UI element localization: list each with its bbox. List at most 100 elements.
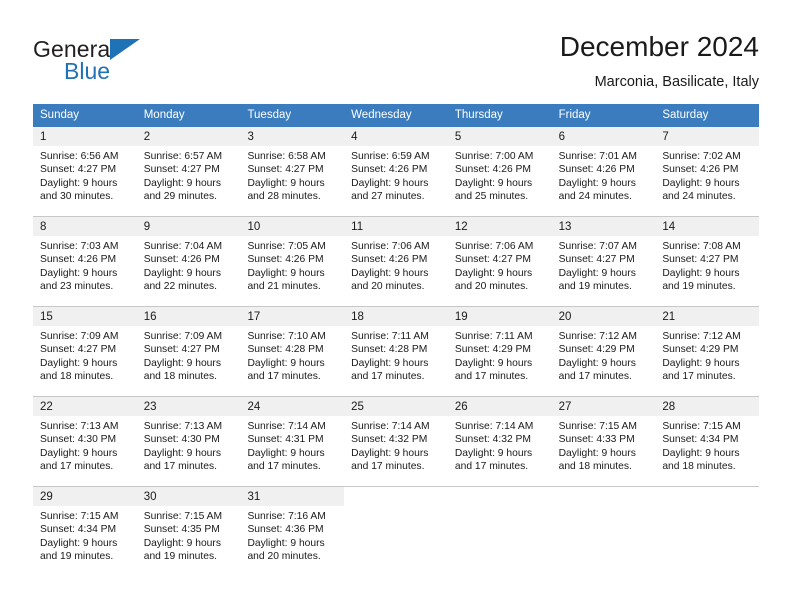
day-cell[interactable]: 7 Sunrise: 7:02 AM Sunset: 4:26 PM Dayli… bbox=[655, 127, 760, 216]
day-cell[interactable]: 20 Sunrise: 7:12 AM Sunset: 4:29 PM Dayl… bbox=[551, 307, 656, 396]
day-cell[interactable]: 2 Sunrise: 6:57 AM Sunset: 4:27 PM Dayli… bbox=[136, 127, 241, 216]
day-cell[interactable]: 16 Sunrise: 7:09 AM Sunset: 4:27 PM Dayl… bbox=[136, 307, 241, 396]
day-info: Sunrise: 7:15 AM Sunset: 4:34 PM Dayligh… bbox=[655, 416, 759, 474]
daylight-text-line1: Daylight: 9 hours bbox=[143, 357, 221, 369]
weekday-header-sunday: Sunday bbox=[40, 109, 80, 121]
daylight-text-line1: Daylight: 9 hours bbox=[40, 537, 118, 549]
week-row: 29 Sunrise: 7:15 AM Sunset: 4:34 PM Dayl… bbox=[33, 487, 760, 576]
daylight-text-line1: Daylight: 9 hours bbox=[40, 357, 118, 369]
logo-text-blue: Blue bbox=[64, 58, 111, 84]
day-cell[interactable]: 5 Sunrise: 7:00 AM Sunset: 4:26 PM Dayli… bbox=[447, 127, 552, 216]
title-block: December 2024 Marconia, Basilicate, Ital… bbox=[560, 30, 759, 92]
day-cell[interactable]: 27 Sunrise: 7:15 AM Sunset: 4:33 PM Dayl… bbox=[551, 397, 656, 486]
day-info: Sunrise: 6:58 AM Sunset: 4:27 PM Dayligh… bbox=[240, 146, 344, 204]
day-cell[interactable]: 15 Sunrise: 7:09 AM Sunset: 4:27 PM Dayl… bbox=[33, 307, 137, 396]
day-cell[interactable]: 21 Sunrise: 7:12 AM Sunset: 4:29 PM Dayl… bbox=[655, 307, 760, 396]
day-cell[interactable]: 4 Sunrise: 6:59 AM Sunset: 4:26 PM Dayli… bbox=[344, 127, 448, 216]
day-cell[interactable]: 24 Sunrise: 7:14 AM Sunset: 4:31 PM Dayl… bbox=[240, 397, 345, 486]
day-number: 13 bbox=[551, 217, 656, 236]
day-info: Sunrise: 7:14 AM Sunset: 4:32 PM Dayligh… bbox=[344, 416, 448, 474]
day-cell[interactable]: 30 Sunrise: 7:15 AM Sunset: 4:35 PM Dayl… bbox=[136, 487, 241, 576]
general-blue-logo[interactable]: General Blue bbox=[33, 36, 243, 88]
day-cell[interactable]: 11 Sunrise: 7:06 AM Sunset: 4:26 PM Dayl… bbox=[344, 217, 448, 306]
day-info: Sunrise: 7:10 AM Sunset: 4:28 PM Dayligh… bbox=[240, 326, 344, 384]
day-cell[interactable]: 19 Sunrise: 7:11 AM Sunset: 4:29 PM Dayl… bbox=[447, 307, 552, 396]
sunrise-text: Sunrise: 7:11 AM bbox=[454, 331, 533, 342]
day-cell[interactable]: 23 Sunrise: 7:13 AM Sunset: 4:30 PM Dayl… bbox=[136, 397, 241, 486]
day-number bbox=[344, 487, 448, 506]
sunset-text: Sunset: 4:26 PM bbox=[143, 254, 220, 266]
daylight-text-line1: Daylight: 9 hours bbox=[454, 267, 533, 279]
daylight-text-line2: and 19 minutes. bbox=[40, 551, 114, 563]
day-cell[interactable]: 18 Sunrise: 7:11 AM Sunset: 4:28 PM Dayl… bbox=[344, 307, 448, 396]
daylight-text-line2: and 20 minutes. bbox=[454, 281, 529, 293]
sunset-text: Sunset: 4:27 PM bbox=[247, 164, 324, 176]
day-info: Sunrise: 7:12 AM Sunset: 4:29 PM Dayligh… bbox=[655, 326, 759, 384]
weekday-header-friday: Friday bbox=[558, 109, 591, 121]
daylight-text-line1: Daylight: 9 hours bbox=[558, 447, 636, 459]
day-cell[interactable]: 17 Sunrise: 7:10 AM Sunset: 4:28 PM Dayl… bbox=[240, 307, 345, 396]
day-cell[interactable]: 10 Sunrise: 7:05 AM Sunset: 4:26 PM Dayl… bbox=[240, 217, 345, 306]
day-cell[interactable]: 8 Sunrise: 7:03 AM Sunset: 4:26 PM Dayli… bbox=[33, 217, 137, 306]
daylight-text-line2: and 19 minutes. bbox=[143, 551, 217, 563]
daylight-text-line2: and 20 minutes. bbox=[247, 551, 321, 563]
daylight-text-line2: and 17 minutes. bbox=[247, 461, 321, 473]
sunrise-text: Sunrise: 7:06 AM bbox=[454, 241, 534, 252]
day-cell-empty bbox=[344, 487, 448, 576]
day-info: Sunrise: 7:15 AM Sunset: 4:35 PM Dayligh… bbox=[137, 506, 241, 564]
day-cell-empty bbox=[447, 487, 552, 576]
sunrise-text: Sunrise: 7:00 AM bbox=[454, 151, 534, 162]
daylight-text-line2: and 17 minutes. bbox=[247, 371, 321, 383]
day-info: Sunrise: 7:13 AM Sunset: 4:30 PM Dayligh… bbox=[137, 416, 241, 474]
sunset-text: Sunset: 4:27 PM bbox=[40, 164, 117, 176]
day-info: Sunrise: 7:06 AM Sunset: 4:26 PM Dayligh… bbox=[344, 236, 448, 294]
weekday-header-tuesday: Tuesday bbox=[247, 109, 292, 121]
day-cell[interactable]: 25 Sunrise: 7:14 AM Sunset: 4:32 PM Dayl… bbox=[344, 397, 448, 486]
day-number: 10 bbox=[240, 217, 345, 236]
page-header: General Blue December 2024 Marconia, Bas… bbox=[0, 0, 792, 96]
daylight-text-line2: and 24 minutes. bbox=[662, 191, 736, 203]
day-cell[interactable]: 9 Sunrise: 7:04 AM Sunset: 4:26 PM Dayli… bbox=[136, 217, 241, 306]
day-info: Sunrise: 7:11 AM Sunset: 4:28 PM Dayligh… bbox=[344, 326, 448, 384]
daylight-text-line2: and 24 minutes. bbox=[558, 191, 632, 203]
day-number: 7 bbox=[655, 127, 760, 146]
sunrise-text: Sunrise: 7:12 AM bbox=[558, 331, 638, 342]
daylight-text-line2: and 21 minutes. bbox=[247, 281, 321, 293]
day-cell[interactable]: 13 Sunrise: 7:07 AM Sunset: 4:27 PM Dayl… bbox=[551, 217, 656, 306]
day-cell[interactable]: 1 Sunrise: 6:56 AM Sunset: 4:27 PM Dayli… bbox=[33, 127, 137, 216]
day-info: Sunrise: 7:01 AM Sunset: 4:26 PM Dayligh… bbox=[552, 146, 656, 204]
day-cell[interactable]: 31 Sunrise: 7:16 AM Sunset: 4:36 PM Dayl… bbox=[240, 487, 345, 576]
day-cell-empty bbox=[551, 487, 656, 576]
day-cell[interactable]: 3 Sunrise: 6:58 AM Sunset: 4:27 PM Dayli… bbox=[240, 127, 345, 216]
day-cell[interactable]: 12 Sunrise: 7:06 AM Sunset: 4:27 PM Dayl… bbox=[447, 217, 552, 306]
daylight-text-line1: Daylight: 9 hours bbox=[247, 267, 325, 279]
daylight-text-line1: Daylight: 9 hours bbox=[143, 177, 221, 189]
day-info: Sunrise: 6:57 AM Sunset: 4:27 PM Dayligh… bbox=[137, 146, 241, 204]
sunset-text: Sunset: 4:34 PM bbox=[662, 434, 739, 446]
day-cell[interactable]: 6 Sunrise: 7:01 AM Sunset: 4:26 PM Dayli… bbox=[551, 127, 656, 216]
day-number: 29 bbox=[33, 487, 137, 506]
sunrise-text: Sunrise: 7:09 AM bbox=[40, 331, 119, 342]
day-cell[interactable]: 29 Sunrise: 7:15 AM Sunset: 4:34 PM Dayl… bbox=[33, 487, 137, 576]
sunset-text: Sunset: 4:32 PM bbox=[454, 434, 532, 446]
daylight-text-line1: Daylight: 9 hours bbox=[558, 357, 636, 369]
day-cell[interactable]: 26 Sunrise: 7:14 AM Sunset: 4:32 PM Dayl… bbox=[447, 397, 552, 486]
daylight-text-line2: and 17 minutes. bbox=[351, 371, 425, 383]
day-info: Sunrise: 7:13 AM Sunset: 4:30 PM Dayligh… bbox=[33, 416, 137, 474]
sunset-text: Sunset: 4:27 PM bbox=[454, 254, 532, 266]
day-cell[interactable]: 28 Sunrise: 7:15 AM Sunset: 4:34 PM Dayl… bbox=[655, 397, 760, 486]
day-info: Sunrise: 7:09 AM Sunset: 4:27 PM Dayligh… bbox=[33, 326, 137, 384]
sunset-text: Sunset: 4:30 PM bbox=[143, 434, 220, 446]
sunset-text: Sunset: 4:30 PM bbox=[40, 434, 117, 446]
day-number: 21 bbox=[655, 307, 760, 326]
weekday-header-row: Sunday Monday Tuesday Wednesday Thursday… bbox=[33, 104, 759, 127]
day-cell[interactable]: 14 Sunrise: 7:08 AM Sunset: 4:27 PM Dayl… bbox=[655, 217, 760, 306]
daylight-text-line2: and 17 minutes. bbox=[454, 461, 529, 473]
daylight-text-line1: Daylight: 9 hours bbox=[454, 177, 533, 189]
day-info: Sunrise: 7:05 AM Sunset: 4:26 PM Dayligh… bbox=[240, 236, 344, 294]
sunrise-text: Sunrise: 6:57 AM bbox=[143, 151, 223, 162]
day-number: 30 bbox=[136, 487, 241, 506]
sunrise-text: Sunrise: 7:10 AM bbox=[247, 331, 326, 342]
day-cell[interactable]: 22 Sunrise: 7:13 AM Sunset: 4:30 PM Dayl… bbox=[33, 397, 137, 486]
triangle-flag-icon bbox=[110, 39, 140, 60]
